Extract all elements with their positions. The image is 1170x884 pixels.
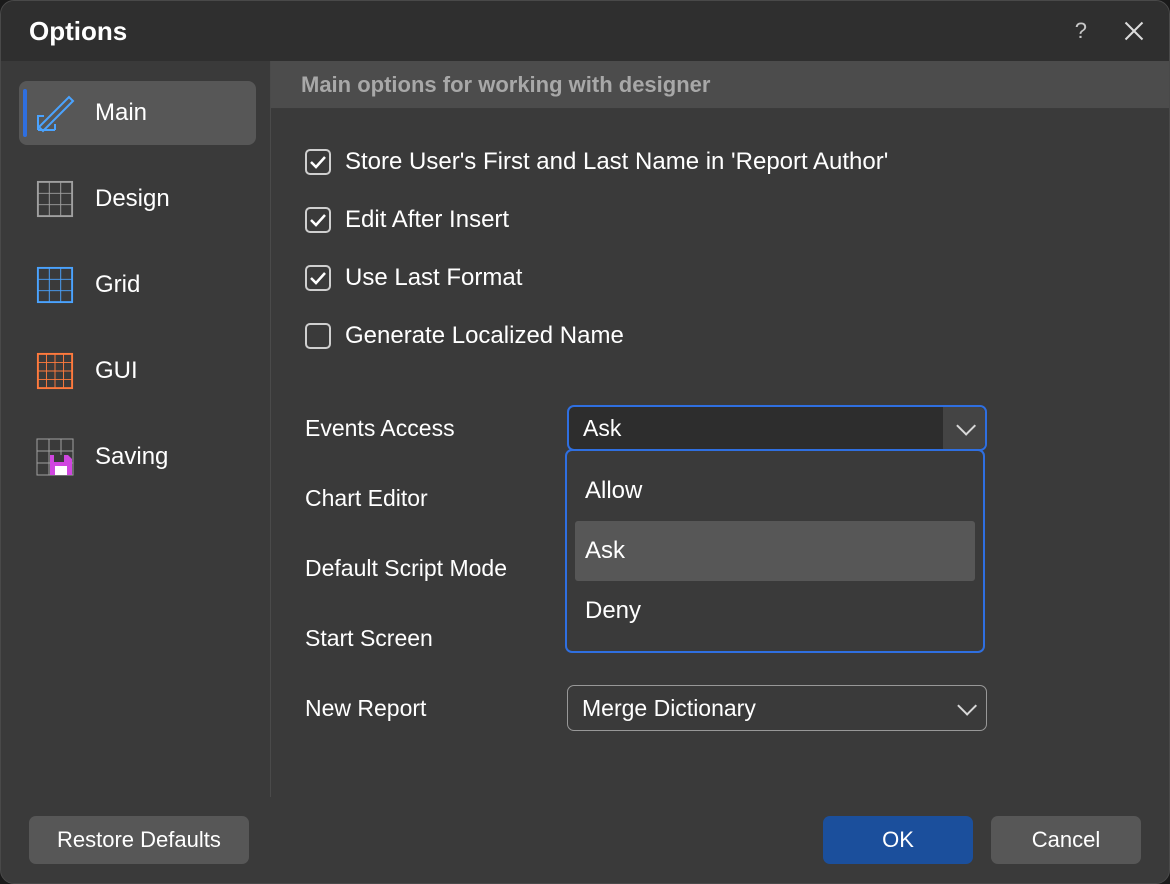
new-report-select[interactable]: Merge Dictionary bbox=[567, 685, 987, 731]
check-store-author[interactable]: Store User's First and Last Name in 'Rep… bbox=[305, 133, 1135, 191]
sidebar-item-gui[interactable]: GUI bbox=[19, 339, 256, 403]
option-deny[interactable]: Deny bbox=[575, 581, 975, 641]
cancel-button[interactable]: Cancel bbox=[991, 816, 1141, 864]
chevron-down-icon bbox=[957, 696, 977, 716]
field-label: Chart Editor bbox=[305, 485, 567, 512]
section-body: Store User's First and Last Name in 'Rep… bbox=[271, 109, 1169, 763]
checkbox[interactable] bbox=[305, 207, 331, 233]
chevron-down-icon bbox=[956, 416, 976, 436]
check-use-last-format[interactable]: Use Last Format bbox=[305, 249, 1135, 307]
check-label: Generate Localized Name bbox=[345, 322, 624, 350]
checkbox[interactable] bbox=[305, 265, 331, 291]
check-label: Use Last Format bbox=[345, 264, 522, 292]
events-access-select[interactable]: Ask bbox=[567, 405, 987, 451]
sidebar-item-label: GUI bbox=[95, 357, 138, 385]
option-ask[interactable]: Ask bbox=[575, 521, 975, 581]
check-generate-localized-name[interactable]: Generate Localized Name bbox=[305, 307, 1135, 365]
field-label: Default Script Mode bbox=[305, 555, 567, 582]
field-new-report: New Report Merge Dictionary bbox=[305, 673, 1135, 743]
footer: Restore Defaults OK Cancel bbox=[1, 797, 1169, 883]
window-title: Options bbox=[29, 16, 127, 47]
field-label: Events Access bbox=[305, 415, 567, 442]
option-allow[interactable]: Allow bbox=[575, 461, 975, 521]
sidebar-item-saving[interactable]: Saving bbox=[19, 425, 256, 489]
titlebar-controls: ? bbox=[1075, 18, 1145, 44]
check-label: Edit After Insert bbox=[345, 206, 509, 234]
sidebar-item-design[interactable]: Design bbox=[19, 167, 256, 231]
save-icon bbox=[33, 435, 77, 479]
events-access-dropdown[interactable]: Allow Ask Deny bbox=[565, 449, 985, 653]
select-value: Ask bbox=[583, 415, 621, 442]
sidebar-item-label: Grid bbox=[95, 271, 140, 299]
restore-defaults-button[interactable]: Restore Defaults bbox=[29, 816, 249, 864]
section-title: Main options for working with designer bbox=[271, 61, 1169, 109]
grid-orange-icon bbox=[33, 349, 77, 393]
field-label: New Report bbox=[305, 695, 567, 722]
checkbox[interactable] bbox=[305, 149, 331, 175]
select-value: Merge Dictionary bbox=[582, 695, 756, 722]
sidebar-item-label: Design bbox=[95, 185, 170, 213]
sidebar-item-grid[interactable]: Grid bbox=[19, 253, 256, 317]
ruler-pencil-icon bbox=[33, 91, 77, 135]
check-edit-after-insert[interactable]: Edit After Insert bbox=[305, 191, 1135, 249]
sidebar: Main Design bbox=[1, 61, 271, 797]
options-dialog: Options ? Main bbox=[0, 0, 1170, 884]
help-icon[interactable]: ? bbox=[1075, 18, 1087, 44]
ok-button[interactable]: OK bbox=[823, 816, 973, 864]
content-pane: Main options for working with designer S… bbox=[271, 61, 1169, 797]
grid-blue-icon bbox=[33, 263, 77, 307]
titlebar: Options ? bbox=[1, 1, 1169, 61]
check-label: Store User's First and Last Name in 'Rep… bbox=[345, 148, 888, 176]
sidebar-item-label: Saving bbox=[95, 443, 168, 471]
grid-icon bbox=[33, 177, 77, 221]
close-icon[interactable] bbox=[1123, 20, 1145, 42]
sidebar-item-main[interactable]: Main bbox=[19, 81, 256, 145]
sidebar-item-label: Main bbox=[95, 99, 147, 127]
checkbox[interactable] bbox=[305, 323, 331, 349]
field-label: Start Screen bbox=[305, 625, 567, 652]
